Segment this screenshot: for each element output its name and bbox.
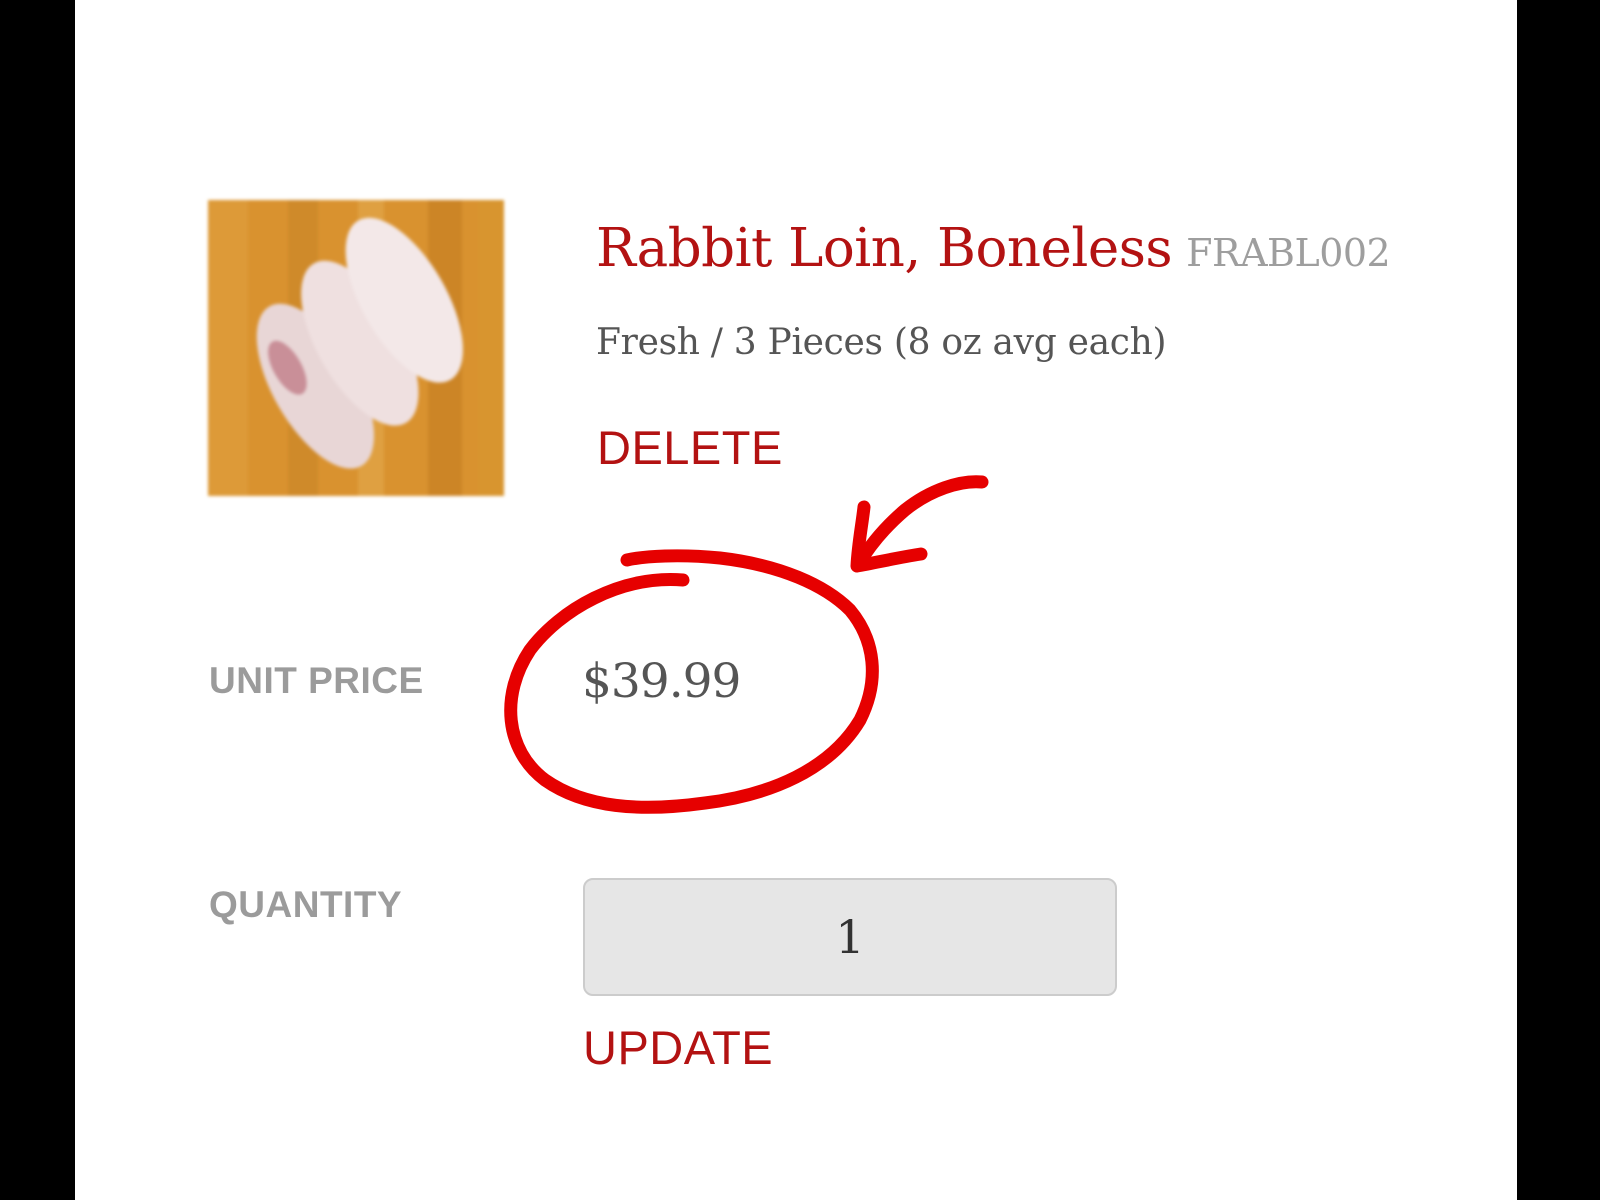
product-variant: Fresh / 3 Pieces (8 oz avg each) <box>596 322 1167 363</box>
quantity-label: QUANTITY <box>209 884 403 925</box>
product-name[interactable]: Rabbit Loin, Boneless <box>596 218 1173 279</box>
screenshot-frame: Rabbit Loin, Boneless FRABL002 Fresh / 3… <box>0 0 1600 1200</box>
unit-price-label: UNIT PRICE <box>209 660 424 701</box>
cart-item-card: Rabbit Loin, Boneless FRABL002 Fresh / 3… <box>75 0 1517 1200</box>
product-sku: FRABL002 <box>1186 231 1391 275</box>
update-button[interactable]: UPDATE <box>583 1020 773 1075</box>
product-image <box>208 200 504 496</box>
unit-price-value: $39.99 <box>582 654 741 709</box>
quantity-input[interactable] <box>583 878 1117 996</box>
delete-button[interactable]: DELETE <box>597 420 783 475</box>
product-title-line: Rabbit Loin, Boneless FRABL002 <box>596 218 1391 279</box>
